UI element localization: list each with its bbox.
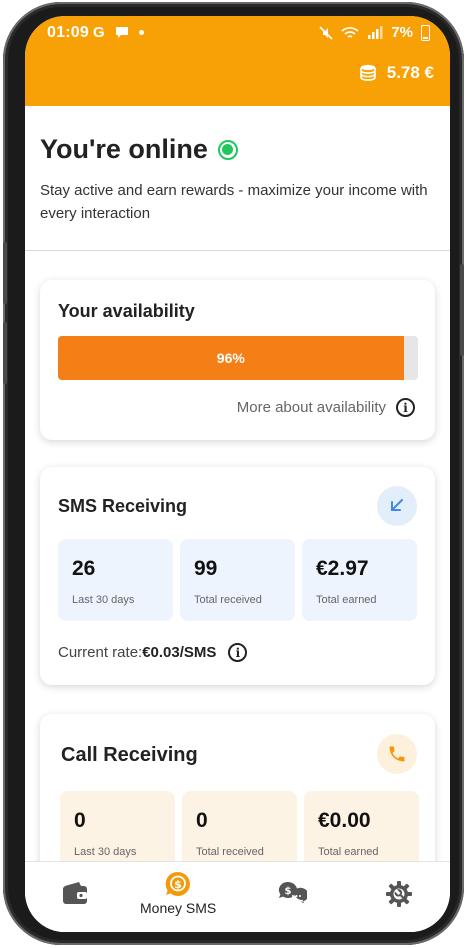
stat-label: Last 30 days xyxy=(74,846,137,858)
online-heading: You're online xyxy=(40,134,435,165)
more-about-availability-label: More about availability xyxy=(236,399,386,416)
call-receiving-title: Call Receiving xyxy=(61,744,198,766)
availability-progress-fill: 96% xyxy=(58,336,404,380)
stat-value: 26 xyxy=(72,557,96,580)
bottom-navigation: $ Money SMS $ xyxy=(25,861,450,932)
stat-label: Total earned xyxy=(318,846,379,858)
section-divider xyxy=(25,250,450,251)
current-rate-text: Current rate:€0.03/SMS xyxy=(58,644,216,661)
balance-amount: 5.78 € xyxy=(386,63,434,82)
message-icon xyxy=(115,27,128,38)
rate-info-icon[interactable]: i xyxy=(228,643,248,662)
wallet-icon xyxy=(63,882,87,904)
stat-value: €2.97 xyxy=(316,557,369,580)
sms-stat-total-received: 99 Total received xyxy=(180,539,295,621)
stat-value: €0.00 xyxy=(318,809,371,832)
settings-icon xyxy=(386,881,412,907)
app-header: 01:09 G 7% 5.78 € xyxy=(25,16,450,106)
mute-icon xyxy=(319,25,333,40)
sms-receiving-title: SMS Receiving xyxy=(58,496,188,516)
balance-display[interactable]: 5.78 € xyxy=(359,63,434,83)
online-status-icon xyxy=(217,139,238,160)
nav-item-chat-money[interactable]: $ xyxy=(277,880,307,906)
stat-label: Last 30 days xyxy=(72,594,135,606)
nav-item-settings[interactable] xyxy=(385,880,413,908)
nav-label-money-sms: Money SMS xyxy=(140,900,217,916)
availability-card: Your availability 96% More about availab… xyxy=(40,280,435,440)
current-rate-label: Current rate: xyxy=(58,644,143,661)
volume-button xyxy=(3,242,7,304)
carrier-icon: G xyxy=(93,24,105,41)
sms-stats: 26 Last 30 days 99 Total received €2.97 … xyxy=(58,539,417,621)
battery-icon xyxy=(421,24,430,41)
coins-icon xyxy=(359,64,376,81)
signal-icon xyxy=(368,25,383,39)
app-screen: 01:09 G 7% 5.78 € You're online Stay act… xyxy=(25,16,450,932)
online-title: You're online xyxy=(40,134,208,164)
stat-value: 99 xyxy=(194,557,218,580)
nav-item-money-sms[interactable]: $ Money SMS xyxy=(140,870,216,916)
sms-incoming-icon[interactable] xyxy=(377,486,417,526)
phone-icon[interactable] xyxy=(377,734,417,774)
online-description: Stay active and earn rewards - maximize … xyxy=(40,182,428,222)
online-section: You're online Stay active and earn rewar… xyxy=(40,134,435,225)
availability-title: Your availability xyxy=(58,301,195,321)
current-rate-row: Current rate:€0.03/SMS i xyxy=(58,643,248,662)
info-icon[interactable]: i xyxy=(396,398,415,417)
current-rate-value: €0.03/SMS xyxy=(142,644,217,661)
status-right-icons: 7% xyxy=(319,24,430,41)
dot-icon xyxy=(138,30,144,35)
availability-percent: 96% xyxy=(216,350,245,366)
more-about-availability-link[interactable]: More about availability i xyxy=(237,398,415,417)
sms-stat-total-earned: €2.97 Total earned xyxy=(302,539,417,621)
chat-money-icon: $ xyxy=(278,881,307,903)
stat-value: 0 xyxy=(74,809,86,832)
wifi-icon xyxy=(341,26,359,38)
svg-text:$: $ xyxy=(285,886,292,897)
stat-label: Total received xyxy=(194,594,262,606)
volume-button xyxy=(3,322,7,384)
phone-frame: 01:09 G 7% 5.78 € You're online Stay act… xyxy=(3,2,464,945)
sms-receiving-card: SMS Receiving 26 Last 30 days 99 Total r… xyxy=(40,467,435,685)
power-button xyxy=(460,264,464,356)
money-sms-icon: $ xyxy=(165,871,191,896)
status-time: 01:09 xyxy=(47,24,89,41)
sms-stat-last-30-days: 26 Last 30 days xyxy=(58,539,173,621)
nav-item-wallet[interactable] xyxy=(61,880,89,906)
battery-percent: 7% xyxy=(391,24,413,41)
stat-value: 0 xyxy=(196,809,208,832)
availability-progress-bar: 96% xyxy=(58,336,418,380)
status-left-icons: G xyxy=(93,24,144,41)
stat-label: Total earned xyxy=(316,594,377,606)
svg-text:$: $ xyxy=(174,878,182,891)
stat-label: Total received xyxy=(196,846,264,858)
